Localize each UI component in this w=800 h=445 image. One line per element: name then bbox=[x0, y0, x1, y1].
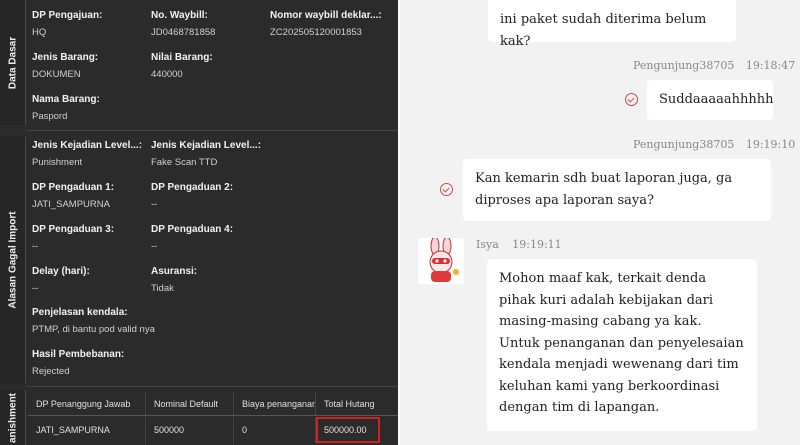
field-value: Punishment bbox=[32, 157, 83, 168]
field-label: No. Waybill: bbox=[151, 10, 208, 21]
section-divider bbox=[26, 386, 398, 387]
message-meta: Pengunjung38705 19:19:10 bbox=[633, 138, 795, 151]
field-nomor-waybill-deklarasi: Nomor waybill deklar...: ZC2025051200018… bbox=[270, 10, 382, 38]
sender-name: Pengunjung38705 bbox=[633, 59, 735, 72]
field-label: DP Pengaduan 4: bbox=[151, 224, 234, 235]
message-text: Kan kemarin sdh buat laporan juga, ga di… bbox=[475, 171, 733, 208]
sender-name: Pengunjung38705 bbox=[633, 138, 735, 151]
field-no-waybill: No. Waybill: JD0468781858 bbox=[151, 10, 215, 38]
message-bubble: ini paket sudah diterima belum kak? bbox=[488, 0, 736, 49]
chat-panel: ini paket sudah diterima belum kak? Peng… bbox=[400, 0, 800, 445]
field-value: -- bbox=[32, 283, 39, 294]
field-label: Jenis Kejadian Level...: bbox=[151, 140, 262, 151]
message-text: ini paket sudah diterima belum kak? bbox=[500, 12, 707, 49]
message-bubble: Suddaaaaahhhhh bbox=[647, 80, 774, 120]
tab-alasan-gagal-label: Alasan Gagal Import bbox=[7, 211, 18, 309]
rabbit-mascot-icon bbox=[429, 238, 459, 282]
field-label: Jenis Kejadian Level...: bbox=[32, 140, 143, 151]
table-cell: 0 bbox=[234, 417, 316, 443]
field-value: -- bbox=[32, 241, 39, 252]
field-label: DP Pengaduan 1: bbox=[32, 182, 115, 193]
sender-name: Isya bbox=[476, 238, 499, 251]
field-asuransi: Asuransi: Tidak bbox=[151, 266, 197, 294]
field-dp-pengaduan-4: DP Pengaduan 4: -- bbox=[151, 224, 233, 252]
column-header[interactable]: Biaya penanganan bbox=[234, 392, 316, 415]
field-dp-pengajuan: DP Pengajuan: HQ bbox=[32, 10, 102, 38]
field-value: Rejected bbox=[32, 366, 70, 377]
field-label: Nama Barang: bbox=[32, 94, 100, 105]
field-label: Asuransi: bbox=[151, 266, 198, 277]
field-label: Delay (hari): bbox=[32, 266, 90, 277]
field-label: Jenis Barang: bbox=[32, 52, 99, 63]
column-header[interactable]: Total Hutang bbox=[316, 392, 398, 415]
field-value: JD0468781858 bbox=[151, 27, 216, 38]
field-delay: Delay (hari): -- bbox=[32, 266, 90, 294]
field-value: -- bbox=[151, 241, 158, 252]
punishment-table: DP Penanggung Jawab Nominal Default Biay… bbox=[28, 392, 398, 445]
field-dp-pengaduan-2: DP Pengaduan 2: -- bbox=[151, 182, 233, 210]
read-check-icon bbox=[625, 93, 638, 106]
table-header-row: DP Penanggung Jawab Nominal Default Biay… bbox=[28, 392, 398, 416]
tab-punishment-label: anishment bbox=[7, 392, 18, 443]
field-label: DP Pengaduan 3: bbox=[32, 224, 115, 235]
field-value: PTMP, di bantu pod valid nya bbox=[32, 324, 155, 335]
table-cell: JATI_SAMPURNA bbox=[28, 417, 146, 443]
field-label: Nomor waybill deklar...: bbox=[270, 10, 382, 21]
message-time: 19:18:47 bbox=[745, 59, 796, 72]
total-hutang-cell-highlighted: 500000.00 bbox=[316, 417, 380, 443]
tab-data-dasar-label: Data Dasar bbox=[7, 36, 18, 89]
field-value: Tidak bbox=[151, 283, 174, 294]
field-label: Penjelasan kendala: bbox=[32, 307, 128, 318]
message-text: Suddaaaaahhhhh bbox=[659, 92, 774, 107]
message-text: Mohon maaf kak, terkait denda pihak kuri… bbox=[499, 271, 744, 415]
column-header[interactable]: DP Penanggung Jawab bbox=[28, 392, 146, 415]
message-meta: Pengunjung38705 19:18:47 bbox=[633, 59, 795, 72]
section-divider bbox=[26, 130, 398, 131]
field-value: Paspord bbox=[32, 111, 68, 122]
field-penjelasan-kendala: Penjelasan kendala: PTMP, di bantu pod v… bbox=[32, 307, 155, 335]
field-value: DOKUMEN bbox=[32, 69, 81, 80]
tab-data-dasar[interactable]: Data Dasar bbox=[0, 0, 26, 125]
field-jenis-kejadian-2: Jenis Kejadian Level...: Fake Scan TTD bbox=[151, 140, 261, 168]
field-label: DP Pengajuan: bbox=[32, 10, 103, 21]
field-value: HQ bbox=[32, 27, 47, 38]
agent-avatar bbox=[418, 238, 464, 284]
column-header[interactable]: Nominal Default bbox=[146, 392, 234, 415]
field-value: 440000 bbox=[151, 69, 183, 80]
message-bubble: Mohon maaf kak, terkait denda pihak kuri… bbox=[487, 259, 757, 431]
field-jenis-barang: Jenis Barang: DOKUMEN bbox=[32, 52, 98, 80]
field-dp-pengaduan-1: DP Pengaduan 1: JATI_SAMPURNA bbox=[32, 182, 114, 210]
message-bubble: Kan kemarin sdh buat laporan juga, ga di… bbox=[463, 159, 771, 221]
field-jenis-kejadian-1: Jenis Kejadian Level...: Punishment bbox=[32, 140, 142, 168]
tab-punishment[interactable]: anishment bbox=[0, 390, 26, 445]
field-hasil-pembebanan: Hasil Pembebanan: Rejected bbox=[32, 349, 124, 377]
message-time: 19:19:11 bbox=[512, 238, 562, 251]
field-value: JATI_SAMPURNA bbox=[32, 199, 110, 210]
field-label: Nilai Barang: bbox=[151, 52, 213, 63]
field-value: -- bbox=[151, 199, 158, 210]
table-row[interactable]: JATI_SAMPURNA 500000 0 500000.00 bbox=[28, 417, 398, 443]
message-meta: Isya 19:19:11 bbox=[476, 238, 562, 251]
field-value: Fake Scan TTD bbox=[151, 157, 218, 168]
field-label: Hasil Pembebanan: bbox=[32, 349, 125, 360]
field-label: DP Pengaduan 2: bbox=[151, 182, 234, 193]
read-check-icon bbox=[440, 183, 453, 196]
field-dp-pengaduan-3: DP Pengaduan 3: -- bbox=[32, 224, 114, 252]
field-nilai-barang: Nilai Barang: 440000 bbox=[151, 52, 213, 80]
field-value: ZC202505120001853 bbox=[270, 27, 362, 38]
tab-alasan-gagal-import[interactable]: Alasan Gagal Import bbox=[0, 137, 26, 383]
table-cell: 500000 bbox=[146, 417, 234, 443]
waybill-detail-panel: Data Dasar Alasan Gagal Import anishment… bbox=[0, 0, 398, 445]
message-time: 19:19:10 bbox=[745, 138, 796, 151]
field-nama-barang: Nama Barang: Paspord bbox=[32, 94, 100, 122]
